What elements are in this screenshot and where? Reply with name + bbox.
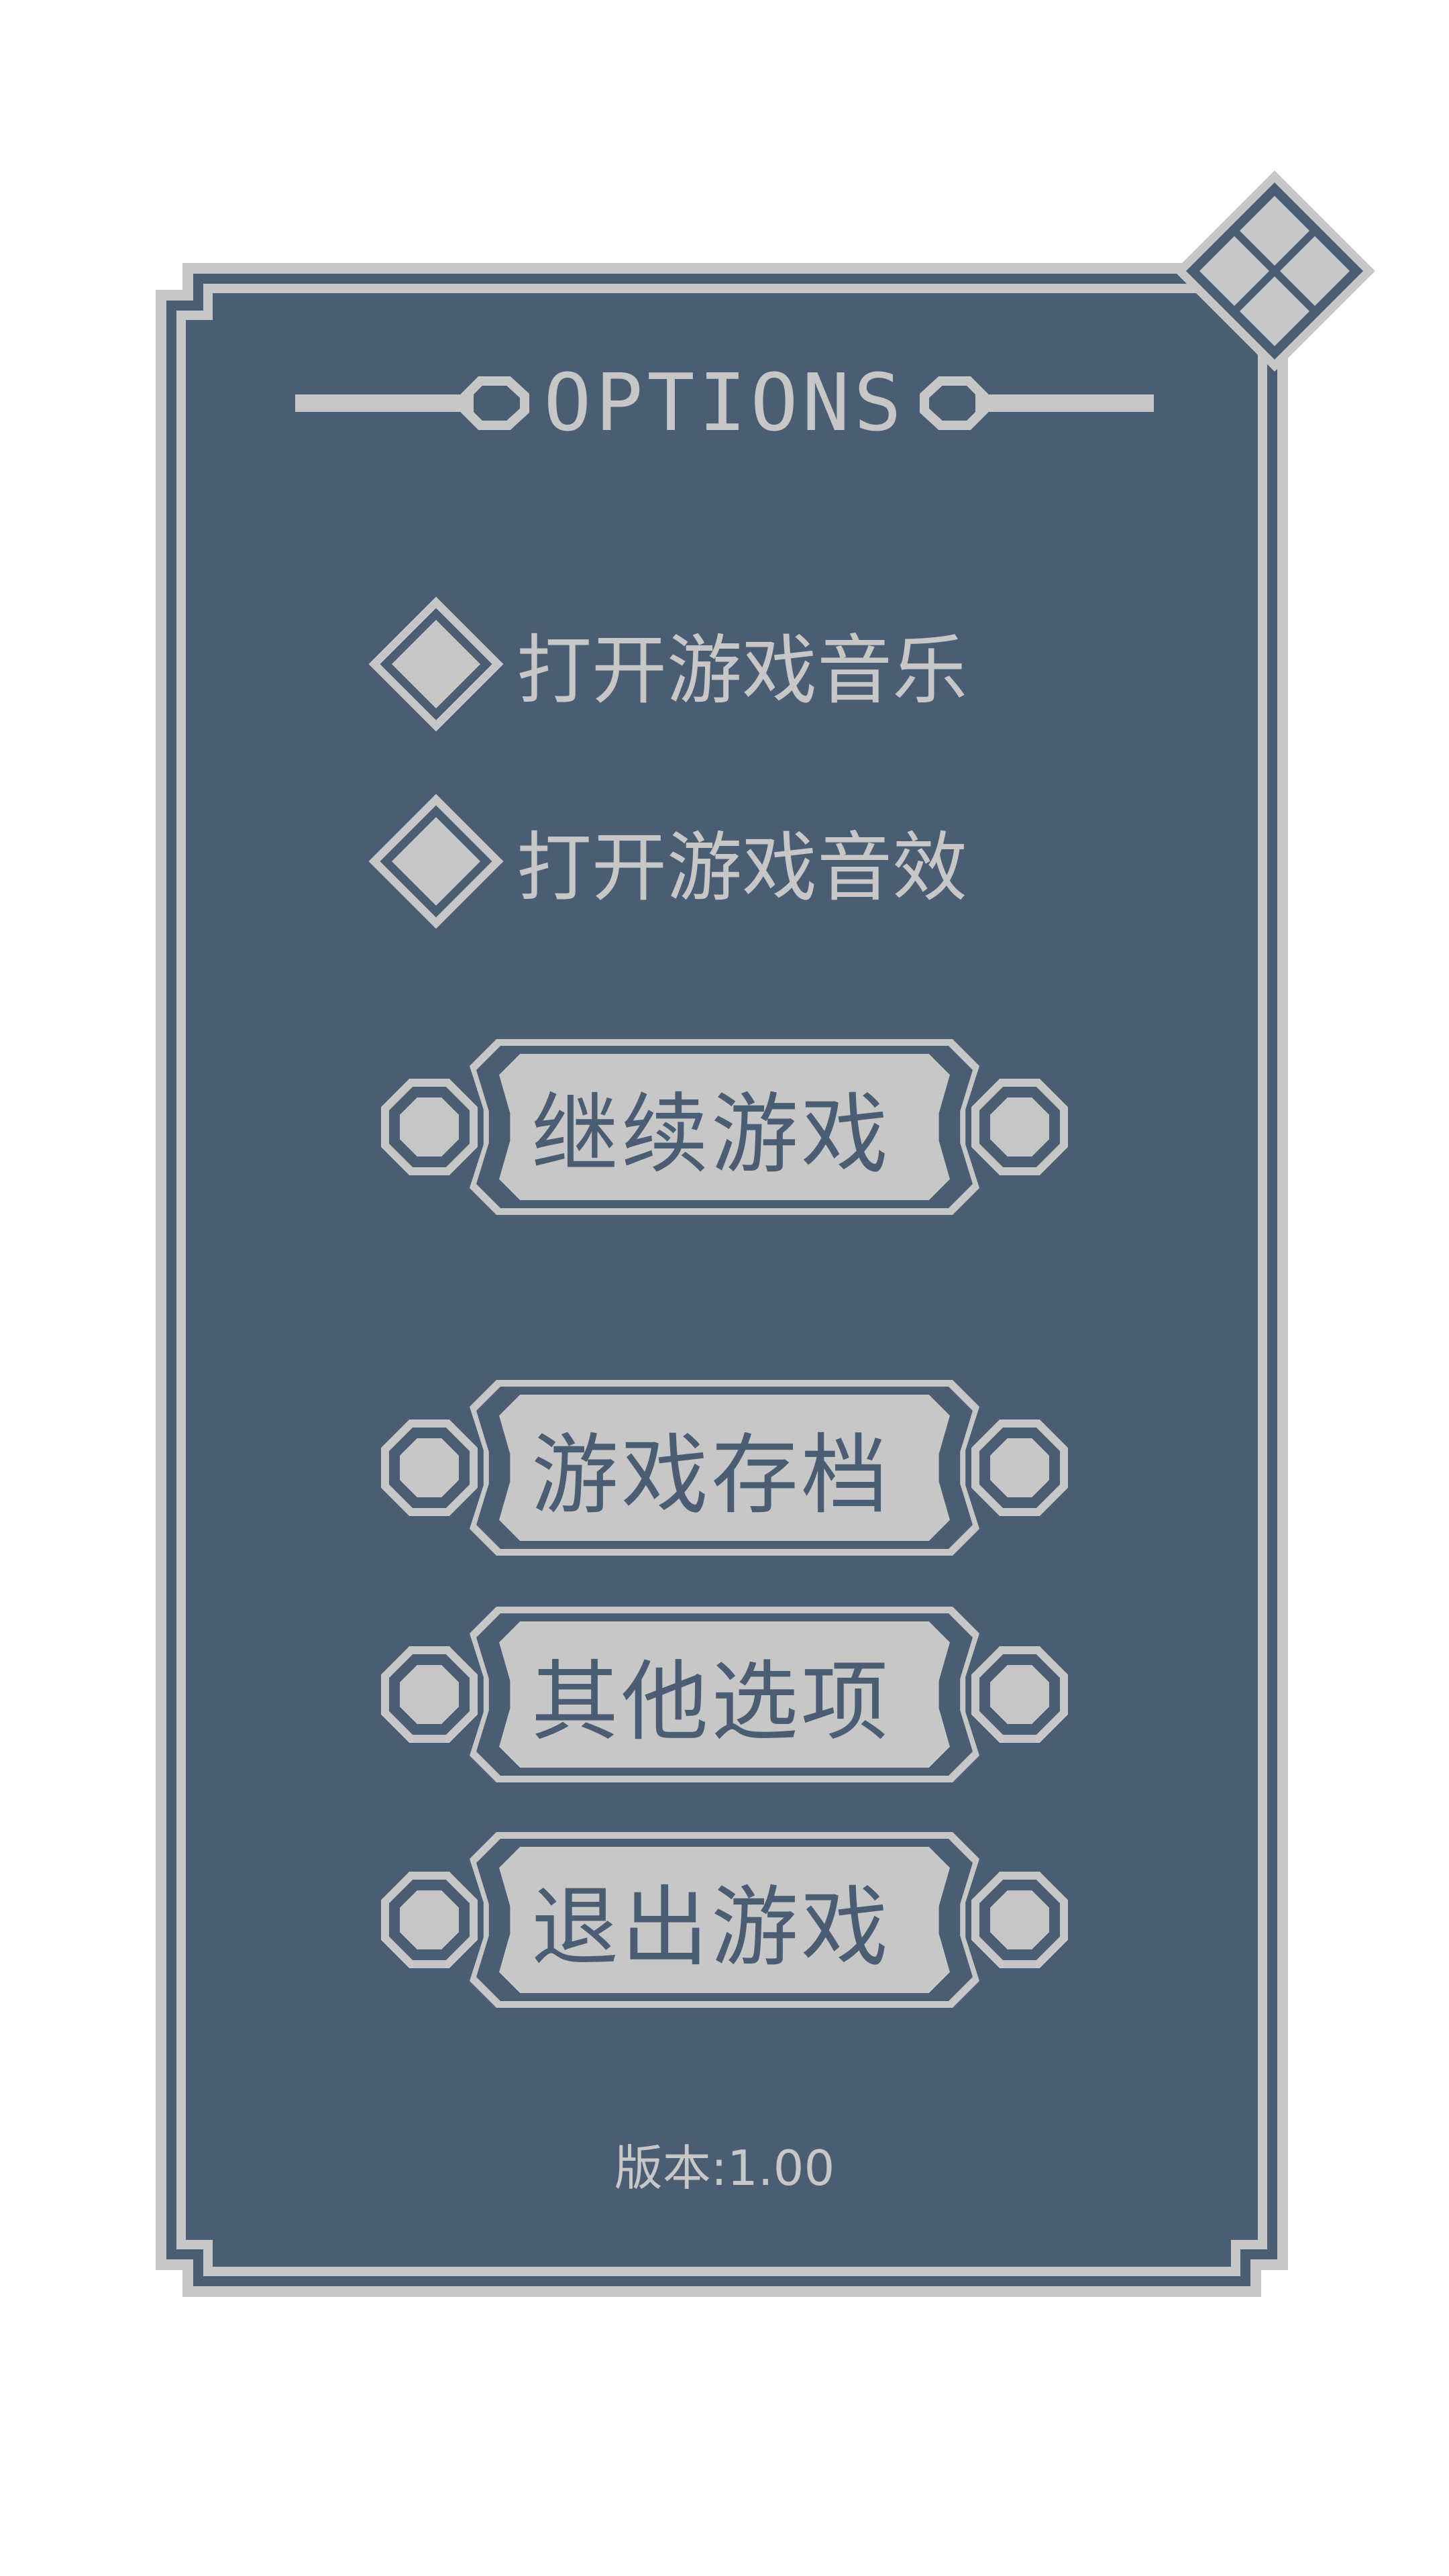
octagon-ornament-icon-right-inner [990, 1438, 1049, 1497]
octagon-ornament-icon-left-inner [400, 1097, 459, 1157]
page-title: OPTIONS [543, 356, 906, 449]
octagon-ornament-icon-left-inner [400, 1665, 459, 1724]
sound-effects-toggle-label[interactable]: 打开游戏音效 [517, 814, 967, 912]
save-game-button[interactable]: 游戏存档 [483, 1401, 939, 1535]
exit-game-button[interactable]: 退出游戏 [483, 1853, 939, 1987]
octagon-ornament-icon-right-inner [990, 1890, 1049, 1949]
continue-game-button[interactable]: 继续游戏 [483, 1060, 939, 1194]
version-label: 版本:1.00 [614, 2139, 835, 2196]
octagon-ornament-icon-left-inner [400, 1890, 459, 1949]
options-screen: OPTIONS 打开游戏音乐 打开游戏音效 继续游戏 游戏存档 其他选项 退出游… [0, 0, 1449, 2576]
octagon-ornament-icon-left-inner [400, 1438, 459, 1497]
music-toggle-label[interactable]: 打开游戏音乐 [517, 617, 967, 714]
octagon-ornament-icon-right-inner [990, 1665, 1049, 1724]
other-options-button[interactable]: 其他选项 [483, 1627, 939, 1762]
octagon-ornament-icon-right-inner [990, 1097, 1049, 1157]
